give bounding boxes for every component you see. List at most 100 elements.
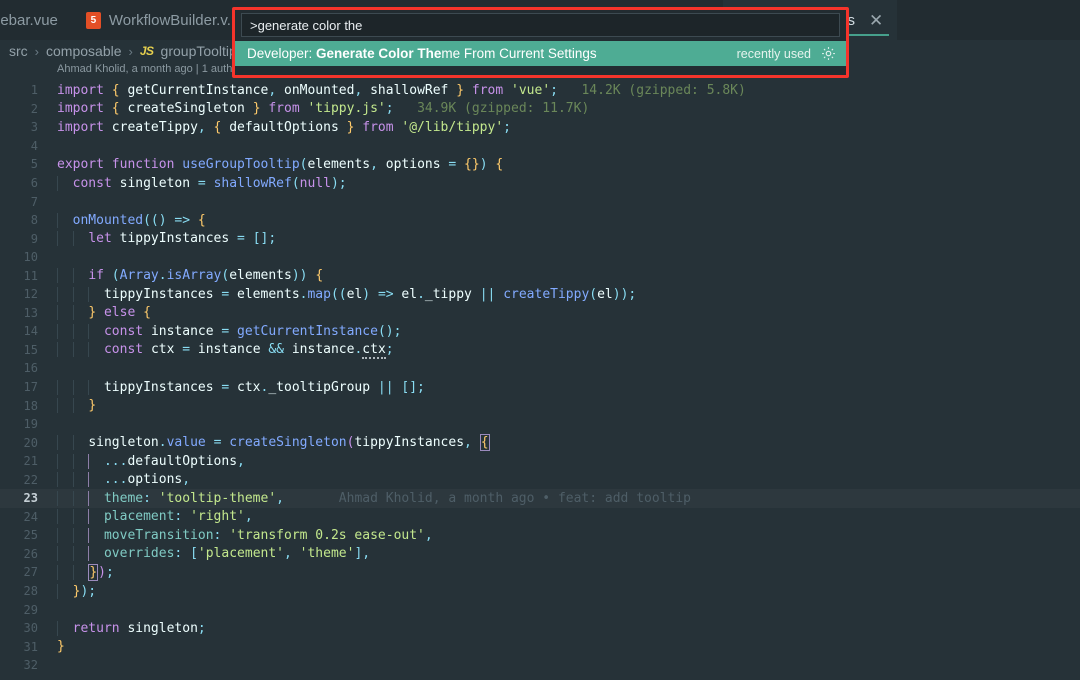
line-number: 3 <box>30 120 38 135</box>
tab-workflowbuilder-vue[interactable]: 5 WorkflowBuilder.v. <box>72 0 245 40</box>
code-line-24: 24 placement: 'right', <box>0 508 1080 527</box>
code-content: moveTransition: 'transform 0.2s ease-out… <box>57 527 1080 543</box>
line-number: 8 <box>30 213 38 228</box>
command-label: Developer: Generate Color Theme From Cur… <box>247 46 737 61</box>
code-line-28: 28 }); <box>0 582 1080 601</box>
code-line-23: 23 theme: 'tooltip-theme', Ahmad Kholid,… <box>0 489 1080 508</box>
code-line-20: 20 singleton.value = createSingleton(tip… <box>0 433 1080 452</box>
line-number: 31 <box>23 639 38 654</box>
line-number: 9 <box>30 231 38 246</box>
line-number: 12 <box>23 287 38 302</box>
code-content: onMounted(() => { <box>57 212 1080 228</box>
code-line-13: 13 } else { <box>0 304 1080 323</box>
js-icon: JS <box>139 44 154 58</box>
code-line-21: 21 ...defaultOptions, <box>0 452 1080 471</box>
code-content: tippyInstances = ctx._tooltipGroup || []… <box>57 379 1080 395</box>
code-line-29: 29 <box>0 600 1080 619</box>
line-number: 21 <box>23 454 38 469</box>
code-line-2: 2 import { createSingleton } from 'tippy… <box>0 100 1080 119</box>
line-number: 15 <box>23 342 38 357</box>
line-number: 27 <box>23 565 38 580</box>
command-palette-item-generate-color-theme[interactable]: Developer: Generate Color Theme From Cur… <box>235 41 846 66</box>
import-cost-badge: 34.9K (gzipped: 11.7K) <box>417 101 590 117</box>
code-line-14: 14 const instance = getCurrentInstance()… <box>0 322 1080 341</box>
line-number: 10 <box>23 250 38 265</box>
code-content: import createTippy, { defaultOptions } f… <box>57 119 511 135</box>
breadcrumb-item-composable[interactable]: composable <box>46 43 122 59</box>
line-number: 32 <box>23 658 38 673</box>
code-line-25: 25 moveTransition: 'transform 0.2s ease-… <box>0 526 1080 545</box>
line-number: 14 <box>23 324 38 339</box>
tab-debar-vue[interactable]: debar.vue <box>0 0 72 40</box>
code-line-30: 30 return singleton; <box>0 619 1080 638</box>
code-content: const ctx = instance && instance.ctx; <box>57 342 1080 360</box>
code-line-11: 11 if (Array.isArray(elements)) { <box>0 266 1080 285</box>
command-meta-recently-used: recently used <box>736 46 811 61</box>
line-number: 4 <box>30 138 38 153</box>
line-number: 30 <box>23 621 38 636</box>
line-number: 2 <box>30 101 38 116</box>
code-line-17: 17 tippyInstances = ctx._tooltipGroup ||… <box>0 378 1080 397</box>
line-number: 25 <box>23 528 38 543</box>
line-number: 13 <box>23 305 38 320</box>
command-palette-results: Developer: Generate Color Theme From Cur… <box>235 41 846 66</box>
code-line-3: 3 import createTippy, { defaultOptions }… <box>0 118 1080 137</box>
code-line-5: 5 export function useGroupTooltip(elemen… <box>0 155 1080 174</box>
code-line-27: 27 }); <box>0 563 1080 582</box>
command-palette-input-value: >generate color the <box>250 17 363 33</box>
chevron-right-icon: › <box>128 43 133 59</box>
inline-git-blame: Ahmad Kholid, a month ago • feat: add to… <box>338 490 691 506</box>
code-content: ...options, <box>57 472 1080 488</box>
breadcrumb-item-src[interactable]: src <box>9 43 28 59</box>
code-content: overrides: ['placement', 'theme'], <box>57 546 1080 562</box>
command-suffix: me From Current Settings <box>441 46 597 61</box>
code-line-15: 15 const ctx = instance && instance.ctx; <box>0 341 1080 360</box>
code-line-1: 1 import { getCurrentInstance, onMounted… <box>0 81 1080 100</box>
line-number: 22 <box>23 472 38 487</box>
code-content: const instance = getCurrentInstance(); <box>57 323 1080 339</box>
code-line-22: 22 ...options, <box>0 470 1080 489</box>
code-content: return singleton; <box>57 620 1080 636</box>
line-number: 7 <box>30 194 38 209</box>
code-content: }); <box>57 583 1080 599</box>
command-palette-highlight-box: >generate color the Developer: Generate … <box>232 7 849 78</box>
code-content: export function useGroupTooltip(elements… <box>57 156 504 172</box>
command-palette-input[interactable]: >generate color the <box>241 13 840 37</box>
command-palette-input-row: >generate color the <box>235 10 846 41</box>
command-prefix: Developer: <box>247 46 317 61</box>
code-line-31: 31 } <box>0 637 1080 656</box>
line-number: 16 <box>23 361 38 376</box>
code-line-32: 32 <box>0 656 1080 675</box>
code-line-4: 4 <box>0 137 1080 156</box>
code-line-8: 8 onMounted(() => { <box>0 211 1080 230</box>
code-content: tippyInstances = elements.map((el) => el… <box>57 286 1080 302</box>
code-content: ...defaultOptions, <box>57 453 1080 469</box>
line-number: 20 <box>23 435 38 450</box>
code-line-7: 7 <box>0 192 1080 211</box>
code-content: }); <box>57 563 1080 581</box>
code-content: if (Array.isArray(elements)) { <box>57 268 1080 284</box>
line-number: 23 <box>23 491 38 506</box>
chevron-right-icon: › <box>34 43 40 59</box>
close-icon[interactable]: ✕ <box>869 12 883 29</box>
code-line-26: 26 overrides: ['placement', 'theme'], <box>0 545 1080 564</box>
code-content: placement: 'right', <box>57 509 1080 525</box>
command-match: Generate Color The <box>316 46 442 61</box>
code-line-6: 6 const singleton = shallowRef(null); <box>0 174 1080 193</box>
gear-icon[interactable] <box>821 46 836 61</box>
line-number: 18 <box>23 398 38 413</box>
line-number: 1 <box>30 83 38 98</box>
vscode-window: debar.vue 5 WorkflowBuilder.v. .json JS … <box>0 0 1080 680</box>
code-line-10: 10 <box>0 248 1080 267</box>
code-line-16: 16 <box>0 359 1080 378</box>
html5-icon: 5 <box>85 11 101 29</box>
line-number: 19 <box>23 417 38 432</box>
tab-label: debar.vue <box>0 11 58 29</box>
command-palette-footer <box>235 66 846 75</box>
code-content: theme: 'tooltip-theme', Ahmad Kholid, a … <box>57 490 1080 506</box>
code-content: } <box>57 639 65 655</box>
line-number: 5 <box>30 157 38 172</box>
code-editor[interactable]: 1 import { getCurrentInstance, onMounted… <box>0 81 1080 680</box>
line-number: 28 <box>23 584 38 599</box>
line-number: 24 <box>23 509 38 524</box>
